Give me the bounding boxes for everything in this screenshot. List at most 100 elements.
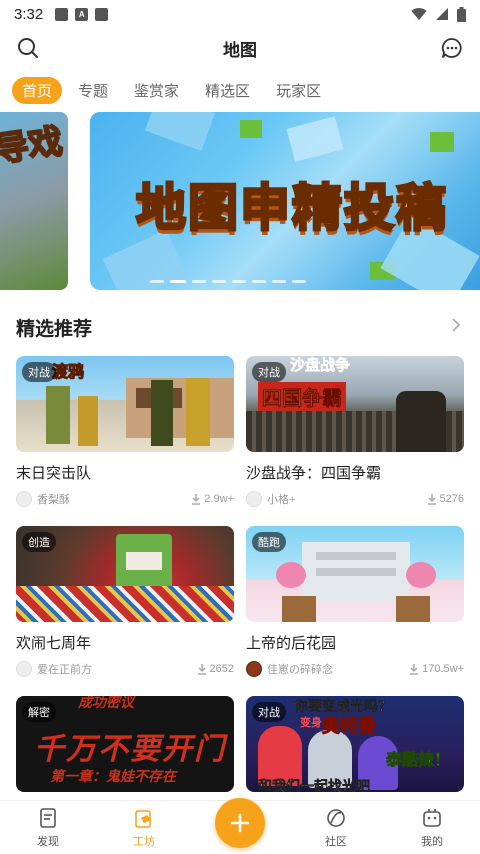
nav-label: 社区 [325,836,347,848]
nav-discover[interactable]: 发现 [18,807,78,849]
tab-home[interactable]: 首页 [12,76,63,104]
carousel-dot [150,280,164,283]
nav-label: 发现 [37,836,59,848]
signal-icon [436,8,448,20]
card-tag: 对战 [252,702,286,722]
avatar[interactable] [16,661,32,677]
download-count: 170.5w+ [409,663,464,675]
map-card[interactable]: 成功密议 千万不要开门 第一章：鬼娃不存在 解密 [16,696,234,792]
thumb-crate [396,596,430,622]
banner-decoration [240,120,262,138]
status-icons [411,6,466,22]
battery-icon [457,6,466,22]
nav-community[interactable]: 社区 [306,807,366,849]
tab-featured[interactable]: 精选区 [195,77,260,104]
author-name[interactable]: 香梨酥 [37,491,70,507]
carousel-dot [252,280,266,283]
carousel-dot [232,280,246,283]
notification-icon [95,7,109,21]
thumb-flower [276,562,306,588]
tab-topics[interactable]: 专题 [68,77,118,104]
chevron-right-icon[interactable] [448,316,464,334]
map-card[interactable]: 创造 欢闹七周年 爱在正前方 2652 [16,526,234,677]
nav-workshop[interactable]: 工坊 [114,807,174,849]
map-card[interactable]: 沙盘战争 四国争霸 对战 沙盘战争：四国争霸 小格+ 5276 [246,356,464,507]
card-meta: 爱在正前方 2652 [16,661,234,677]
card-tag: 创造 [22,532,56,552]
message-icon[interactable] [440,36,464,60]
banner-title: 地图申精投稿 [135,179,448,238]
workshop-icon [135,810,151,828]
plus-icon [230,813,250,833]
top-app-bar: 地图 [0,28,480,68]
banner-slide[interactable]: 地图申精投稿 [90,112,480,290]
thumb-label-right: 泰酷辣！ [386,752,451,770]
map-card[interactable]: 渡鸦 对战 末日突击队 香梨酥 2.9w+ [16,356,234,507]
map-card[interactable]: 酷跑 上帝的后花园 佳崽の碎碎念 170.5w+ [246,526,464,677]
wifi-icon [411,8,427,20]
download-icon [192,493,201,505]
map-thumbnail[interactable]: 创造 [16,526,234,622]
thumb-character [186,378,210,446]
thumb-label: 渡鸦 [51,364,85,382]
banner-prev-text: 导戏 [0,121,66,170]
map-thumbnail[interactable]: 沙盘战争 四国争霸 对战 [246,356,464,452]
profile-icon [423,809,441,827]
avatar[interactable] [246,491,262,507]
category-tabs: 首页 专题 鉴赏家 精选区 玩家区 [0,76,480,104]
card-title: 末日突击队 [16,465,92,482]
map-card[interactable]: 你要变成光吗？ 变身 奥特曼 泰酷辣！ 和我们一起找光吧 对战 [246,696,464,792]
thumb-warrior [396,391,446,452]
card-tag: 酷跑 [252,532,286,552]
thumb-label: 千万不要开门 [34,733,226,766]
download-icon [427,493,436,505]
download-count-value: 170.5w+ [422,663,464,675]
download-icon [197,663,206,675]
thumb-building [126,378,234,438]
map-thumbnail[interactable]: 酷跑 [246,526,464,622]
thumb-palace-step [316,552,396,560]
tab-player-area[interactable]: 玩家区 [266,77,331,104]
thumb-character [78,396,98,446]
thumb-character [151,380,173,446]
search-icon[interactable] [16,36,40,60]
card-tag: 对战 [252,362,286,382]
status-bar: 3:32 A [0,0,480,28]
carousel-dot [212,280,226,283]
notification-icon [55,7,69,21]
map-thumbnail[interactable]: 成功密议 千万不要开门 第一章：鬼娃不存在 解密 [16,696,234,792]
carousel-dot [272,280,286,283]
card-meta: 佳崽の碎碎念 170.5w+ [246,661,464,677]
author-name[interactable]: 爱在正前方 [37,661,92,677]
download-icon [410,663,419,675]
thumb-palace-step [316,568,396,576]
thumb-label-bottom: 和我们一起找光吧 [258,778,371,792]
avatar[interactable] [16,491,32,507]
carousel-indicator [150,280,306,283]
avatar[interactable] [246,661,262,677]
tab-connoisseur[interactable]: 鉴赏家 [124,77,189,104]
banner-decoration [286,116,344,162]
card-tag: 解密 [22,702,56,722]
card-meta: 小格+ 5276 [246,491,464,507]
map-thumbnail[interactable]: 渡鸦 对战 [16,356,234,452]
banner-decoration [430,132,454,152]
create-button[interactable] [215,798,265,848]
download-count: 2.9w+ [191,493,234,505]
download-count-value: 2652 [209,663,234,675]
carousel-dot [192,280,206,283]
banner-prev-slide[interactable]: 导戏 [0,112,68,290]
nav-profile[interactable]: 我的 [402,807,462,849]
card-tag: 对战 [22,362,56,382]
card-title: 欢闹七周年 [16,635,92,652]
thumb-label-side: 变身 [300,717,322,729]
thumb-label-bottom: 第一章：鬼娃不存在 [50,768,176,784]
author-name[interactable]: 小格+ [267,491,295,507]
thumb-character [46,386,70,444]
discover-icon [40,808,56,828]
author-name[interactable]: 佳崽の碎碎念 [267,661,333,677]
map-thumbnail[interactable]: 你要变成光吗？ 变身 奥特曼 泰酷辣！ 和我们一起找光吧 对战 [246,696,464,792]
status-time: 3:32 [14,5,44,23]
thumb-character-face [126,552,162,570]
nav-label: 我的 [421,836,443,848]
